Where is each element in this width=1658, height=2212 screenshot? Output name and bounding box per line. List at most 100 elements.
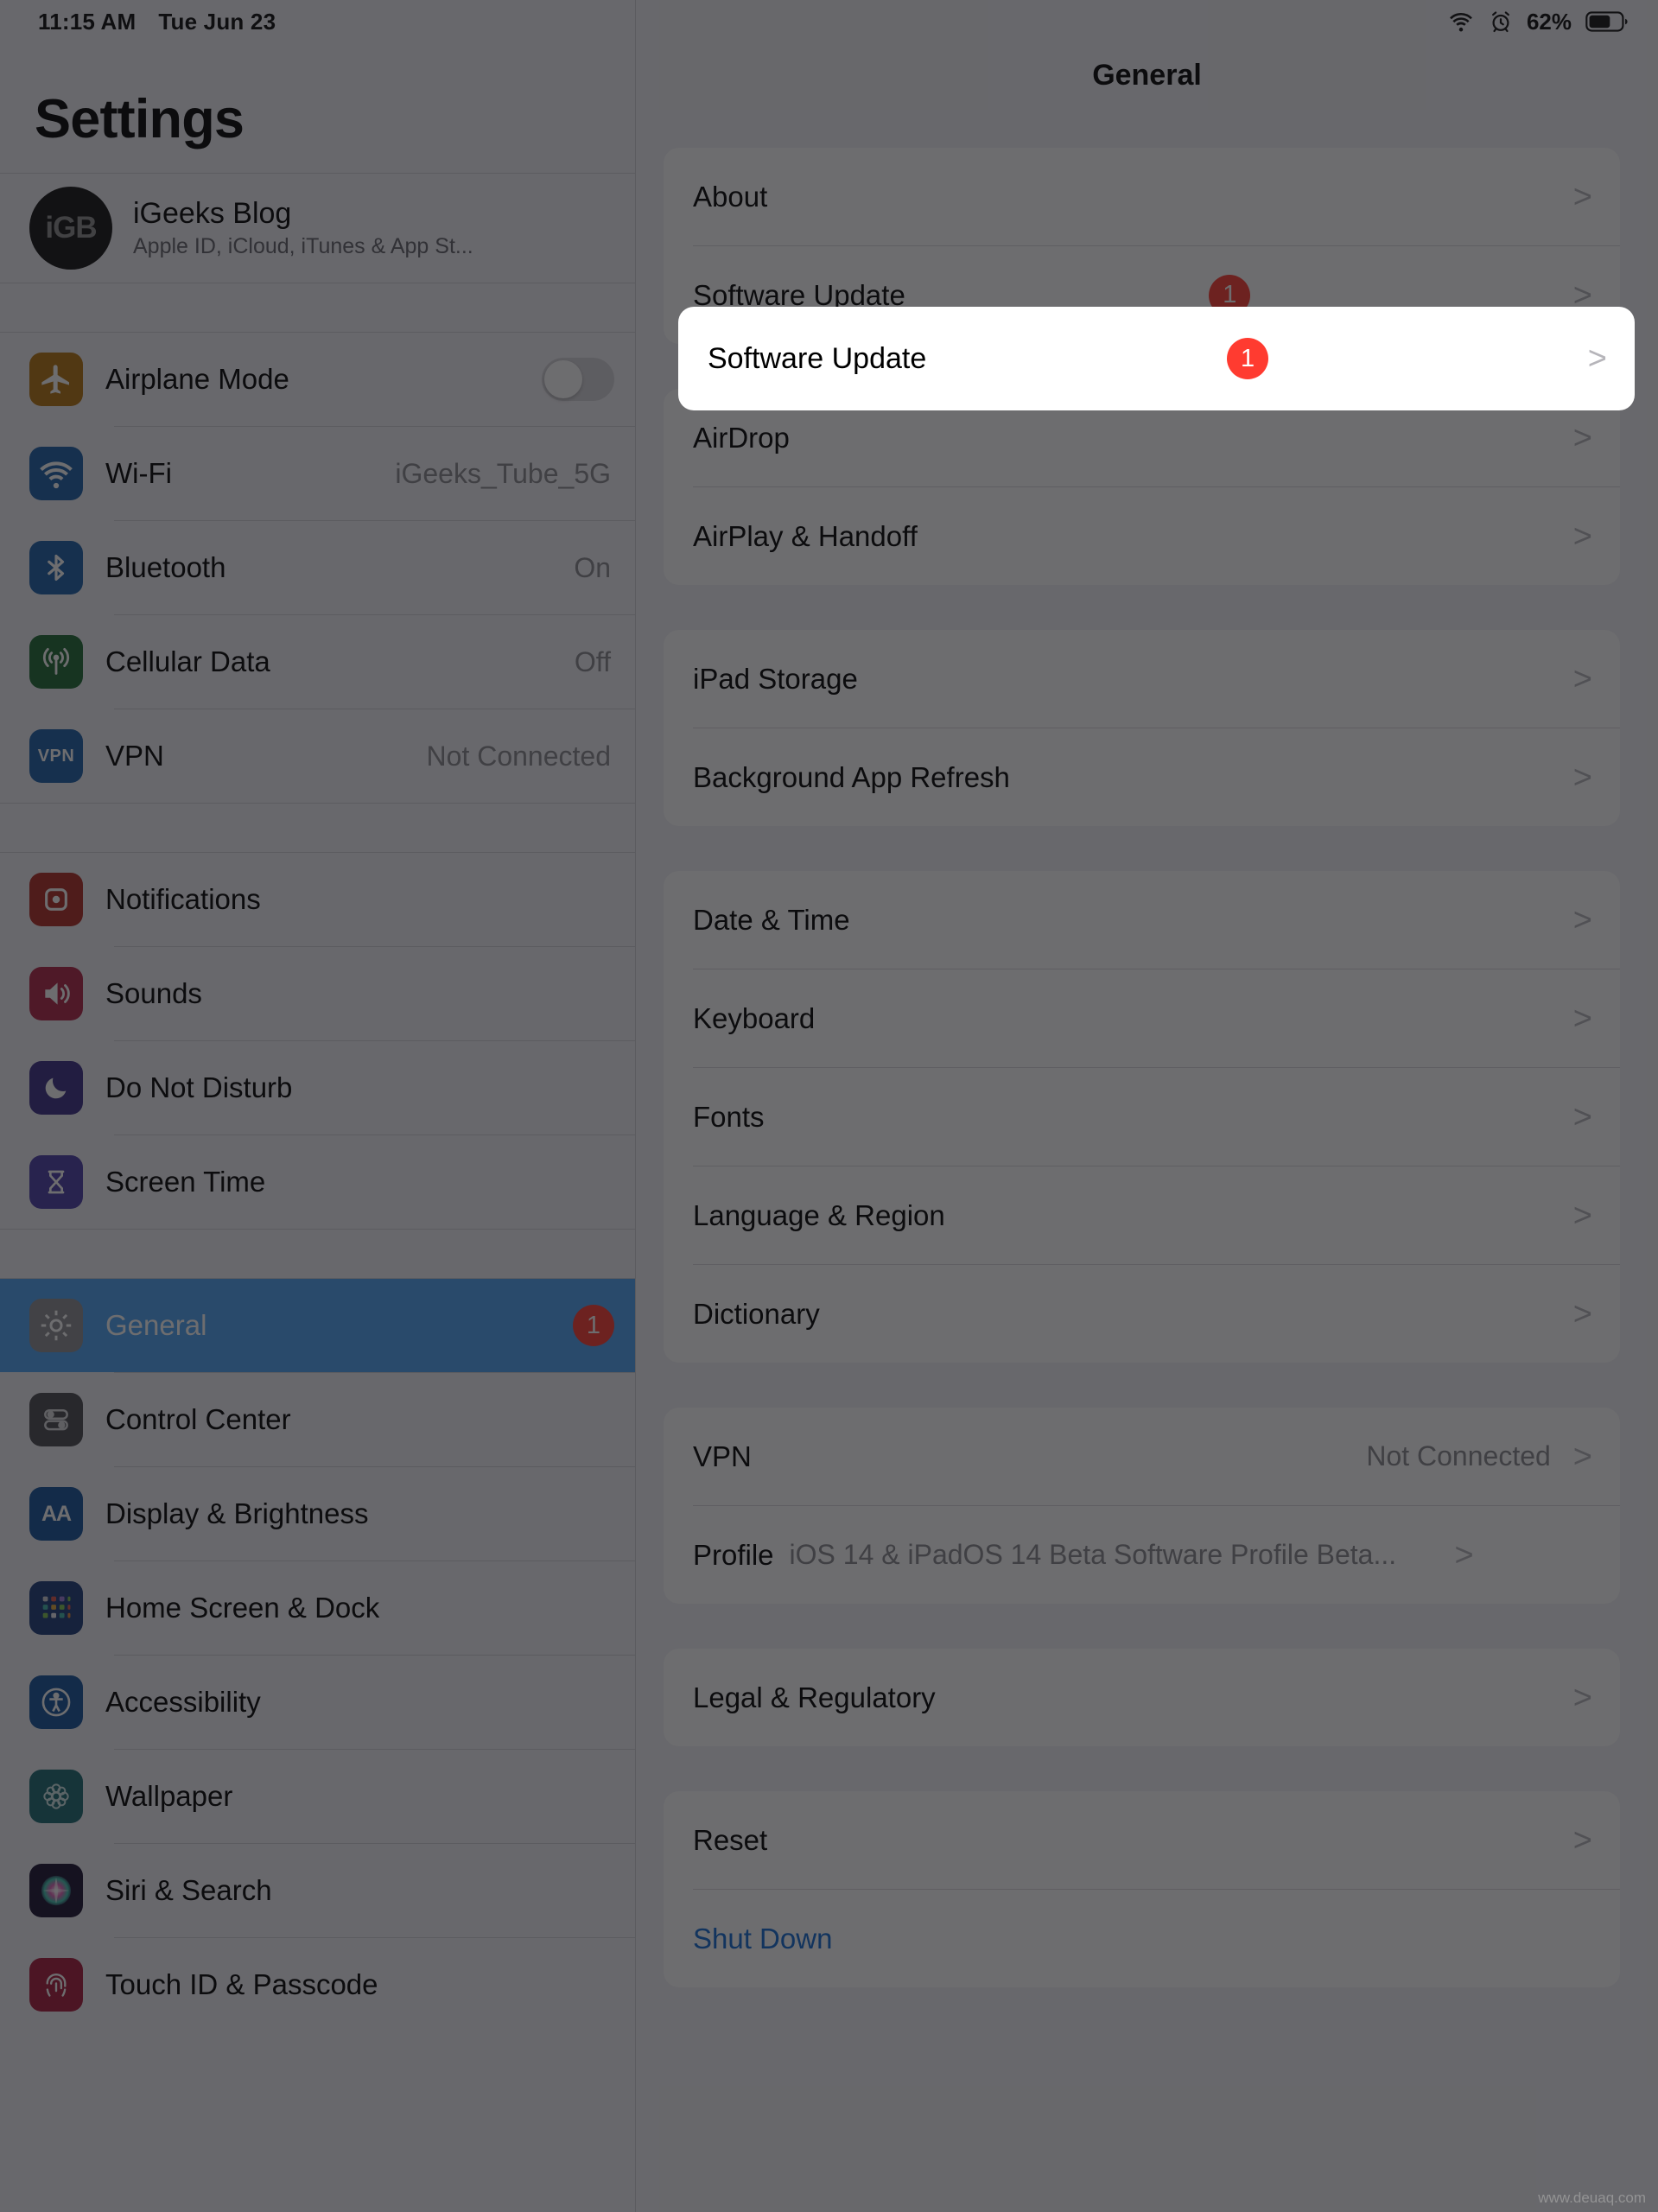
sidebar-item-label: Airplane Mode: [105, 363, 289, 395]
hourglass-icon: [29, 1155, 83, 1209]
sidebar-item-wifi[interactable]: Wi-Fi iGeeks_Tube_5G: [0, 427, 635, 520]
page-title: Settings: [35, 89, 245, 149]
status-bar-date: Tue Jun 23: [158, 8, 276, 35]
account-text: iGeeks Blog Apple ID, iCloud, iTunes & A…: [133, 197, 473, 259]
section-gap: [0, 1230, 635, 1278]
detail-group-airdrop: AirDrop > AirPlay & Handoff >: [664, 389, 1620, 585]
detail-row-reset[interactable]: Reset >: [664, 1791, 1620, 1889]
wifi-network-value: iGeeks_Tube_5G: [395, 457, 611, 489]
detail-row-vpn[interactable]: VPN Not Connected >: [664, 1408, 1620, 1505]
bluetooth-icon: [29, 541, 83, 594]
group-gap: [636, 826, 1658, 871]
wifi-icon: [29, 447, 83, 500]
detail-row-dictionary[interactable]: Dictionary >: [664, 1265, 1620, 1363]
sidebar-item-label: VPN: [105, 740, 164, 772]
sidebar-item-label: Screen Time: [105, 1166, 266, 1198]
chevron-right-icon: >: [1572, 1098, 1592, 1135]
sidebar-item-do-not-disturb[interactable]: Do Not Disturb: [0, 1041, 635, 1135]
detail-group-reset: Reset > Shut Down: [664, 1791, 1620, 1987]
sidebar-item-control-center[interactable]: Control Center: [0, 1373, 635, 1466]
detail-row-shut-down[interactable]: Shut Down: [664, 1890, 1620, 1987]
detail-group-locale: Date & Time > Keyboard > Fonts > Languag…: [664, 871, 1620, 1363]
cellular-icon: [29, 635, 83, 689]
cellular-value: Off: [574, 645, 611, 677]
avatar-label: iGB: [45, 211, 97, 245]
detail-pane-title: General: [1092, 59, 1202, 92]
detail-group-vpn-profile: VPN Not Connected > Profile iOS 14 & iPa…: [664, 1408, 1620, 1604]
control-center-icon: [29, 1393, 83, 1446]
sidebar-item-label: Wi-Fi: [105, 457, 172, 489]
detail-row-airplay-handoff[interactable]: AirPlay & Handoff >: [664, 487, 1620, 585]
wifi-icon: [1447, 11, 1475, 32]
sidebar-item-label: General: [105, 1309, 207, 1341]
sidebar-item-home-screen-dock[interactable]: Home Screen & Dock: [0, 1561, 635, 1655]
detail-row-language-region[interactable]: Language & Region >: [664, 1166, 1620, 1264]
chevron-right-icon: >: [1572, 178, 1592, 215]
sidebar-item-bluetooth[interactable]: Bluetooth On: [0, 521, 635, 614]
siri-icon: [29, 1864, 83, 1917]
sidebar-item-touch-id-passcode[interactable]: Touch ID & Passcode: [0, 1938, 635, 2031]
shut-down-link[interactable]: Shut Down: [693, 1923, 832, 1955]
moon-icon: [29, 1061, 83, 1115]
airplane-mode-toggle[interactable]: [542, 358, 614, 401]
apple-id-row[interactable]: iGB iGeeks Blog Apple ID, iCloud, iTunes…: [0, 174, 635, 283]
detail-row-fonts[interactable]: Fonts >: [664, 1068, 1620, 1166]
sidebar-item-cellular-data[interactable]: Cellular Data Off: [0, 615, 635, 709]
sidebar-item-wallpaper[interactable]: Wallpaper: [0, 1750, 635, 1843]
general-badge: 1: [573, 1305, 614, 1346]
detail-row-date-time[interactable]: Date & Time >: [664, 871, 1620, 969]
battery-icon: [1585, 10, 1629, 33]
status-bar-right: 62%: [636, 0, 1658, 43]
home-screen-dock-icon: [29, 1581, 83, 1635]
chevron-right-icon: >: [1572, 901, 1592, 938]
chevron-right-icon: >: [1572, 1295, 1592, 1332]
sidebar-item-label: Display & Brightness: [105, 1497, 369, 1529]
sidebar-item-vpn[interactable]: VPN VPN Not Connected: [0, 709, 635, 803]
detail-row-label: Fonts: [693, 1100, 765, 1133]
detail-row-legal-regulatory[interactable]: Legal & Regulatory >: [664, 1649, 1620, 1746]
sidebar-item-notifications[interactable]: Notifications: [0, 853, 635, 946]
sidebar-item-label: Touch ID & Passcode: [105, 1968, 378, 2000]
detail-row-keyboard[interactable]: Keyboard >: [664, 969, 1620, 1067]
detail-row-about[interactable]: About >: [664, 148, 1620, 245]
section-gap: [0, 283, 635, 332]
chevron-right-icon: >: [1454, 1536, 1474, 1573]
sidebar-item-label: Do Not Disturb: [105, 1071, 293, 1103]
highlighted-software-update-row[interactable]: Software Update 1 >: [678, 307, 1635, 410]
watermark: www.deuaq.com: [1538, 2190, 1646, 2206]
chevron-right-icon: >: [1572, 1679, 1592, 1716]
touch-id-icon: [29, 1958, 83, 2012]
toggle-knob: [544, 360, 582, 398]
sidebar-item-siri-search[interactable]: Siri & Search: [0, 1844, 635, 1937]
highlighted-row-label: Software Update: [708, 341, 927, 375]
sidebar-item-label: Sounds: [105, 977, 202, 1009]
sidebar-item-display-brightness[interactable]: AA Display & Brightness: [0, 1467, 635, 1560]
status-bar-left: 11:15 AM Tue Jun 23: [0, 0, 635, 43]
detail-row-profile[interactable]: Profile iOS 14 & iPadOS 14 Beta Software…: [664, 1506, 1620, 1604]
sidebar-item-accessibility[interactable]: Accessibility: [0, 1656, 635, 1749]
sidebar-item-label: Wallpaper: [105, 1780, 233, 1812]
accessibility-icon: [29, 1675, 83, 1729]
detail-row-ipad-storage[interactable]: iPad Storage >: [664, 630, 1620, 728]
sidebar-item-label: Control Center: [105, 1403, 291, 1435]
detail-row-background-app-refresh[interactable]: Background App Refresh >: [664, 728, 1620, 826]
group-gap: [636, 1604, 1658, 1649]
sidebar-item-sounds[interactable]: Sounds: [0, 947, 635, 1040]
sidebar-item-airplane-mode[interactable]: Airplane Mode: [0, 333, 635, 426]
chevron-right-icon: >: [1572, 1821, 1592, 1859]
sidebar-item-label: Home Screen & Dock: [105, 1592, 380, 1624]
detail-row-label: Date & Time: [693, 903, 850, 936]
vpn-value: Not Connected: [426, 740, 611, 772]
detail-group-legal: Legal & Regulatory >: [664, 1649, 1620, 1746]
gear-icon: [29, 1299, 83, 1352]
sidebar-item-general[interactable]: General 1: [0, 1279, 635, 1372]
detail-row-label: About: [693, 180, 768, 213]
section-gap: [0, 804, 635, 852]
sidebar-item-screen-time[interactable]: Screen Time: [0, 1135, 635, 1229]
group-gap: [636, 1746, 1658, 1791]
chevron-right-icon: >: [1572, 1438, 1592, 1475]
vpn-status-value: Not Connected: [1366, 1440, 1551, 1471]
chevron-right-icon: >: [1572, 518, 1592, 555]
detail-row-label: AirPlay & Handoff: [693, 519, 918, 552]
display-brightness-icon: AA: [29, 1487, 83, 1541]
